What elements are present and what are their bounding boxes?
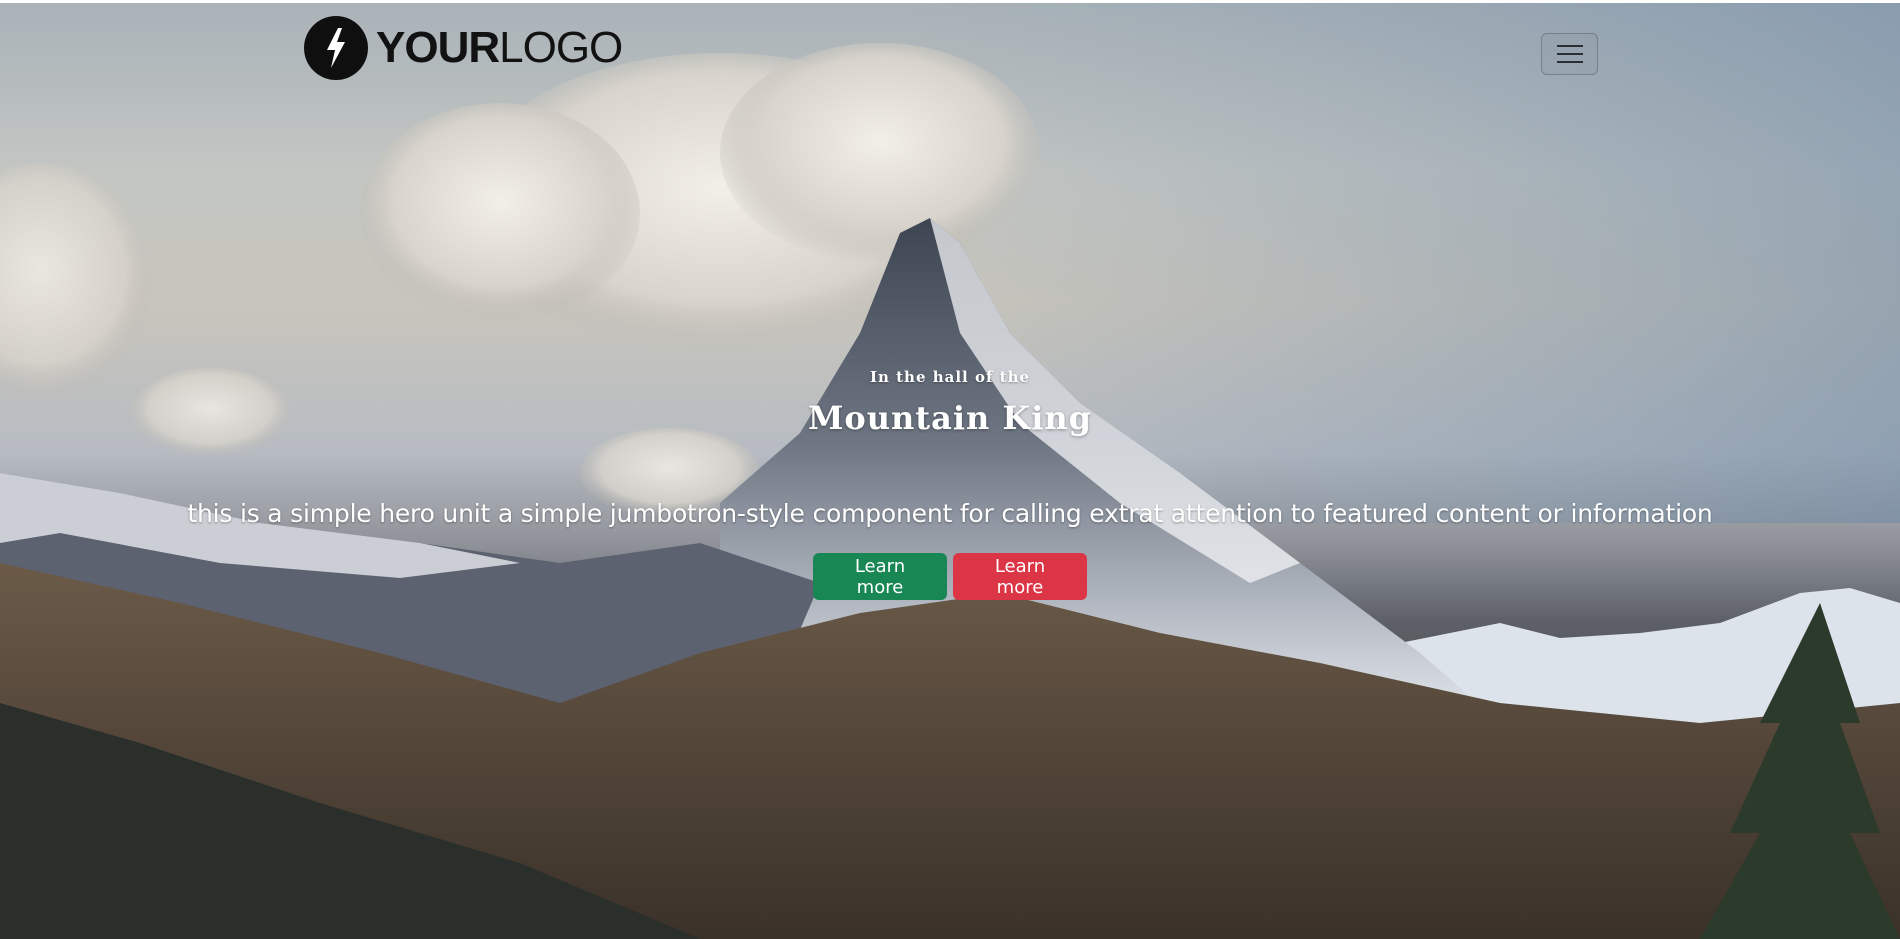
hero-eyebrow: In the hall of the xyxy=(869,368,1031,386)
logo-wordmark: YOUR LOGO xyxy=(376,23,623,73)
hero-lead-text: this is a simple hero unit a simple jumb… xyxy=(187,499,1713,528)
hero-title: Mountain King xyxy=(808,399,1092,437)
learn-more-button-red[interactable]: Learn more xyxy=(953,553,1087,600)
learn-more-button-green[interactable]: Learn more xyxy=(813,553,947,600)
menu-bar-line xyxy=(1556,61,1583,63)
logo-text-bold: YOUR xyxy=(376,23,500,72)
menu-bar-line xyxy=(1556,45,1583,47)
mountain-background-image xyxy=(0,3,1900,939)
logo-text-light: LOGO xyxy=(499,23,623,72)
menu-bar-line xyxy=(1556,53,1583,55)
hero-section: YOUR LOGO In the hall of the Mountain Kin… xyxy=(0,3,1900,939)
brand-logo[interactable]: YOUR LOGO xyxy=(304,14,623,82)
hero-actions: Learn more Learn more xyxy=(0,553,1900,600)
lightning-bolt-glyph xyxy=(327,28,345,68)
lightning-bolt-icon xyxy=(304,16,368,80)
hamburger-menu-icon[interactable] xyxy=(1541,33,1598,75)
